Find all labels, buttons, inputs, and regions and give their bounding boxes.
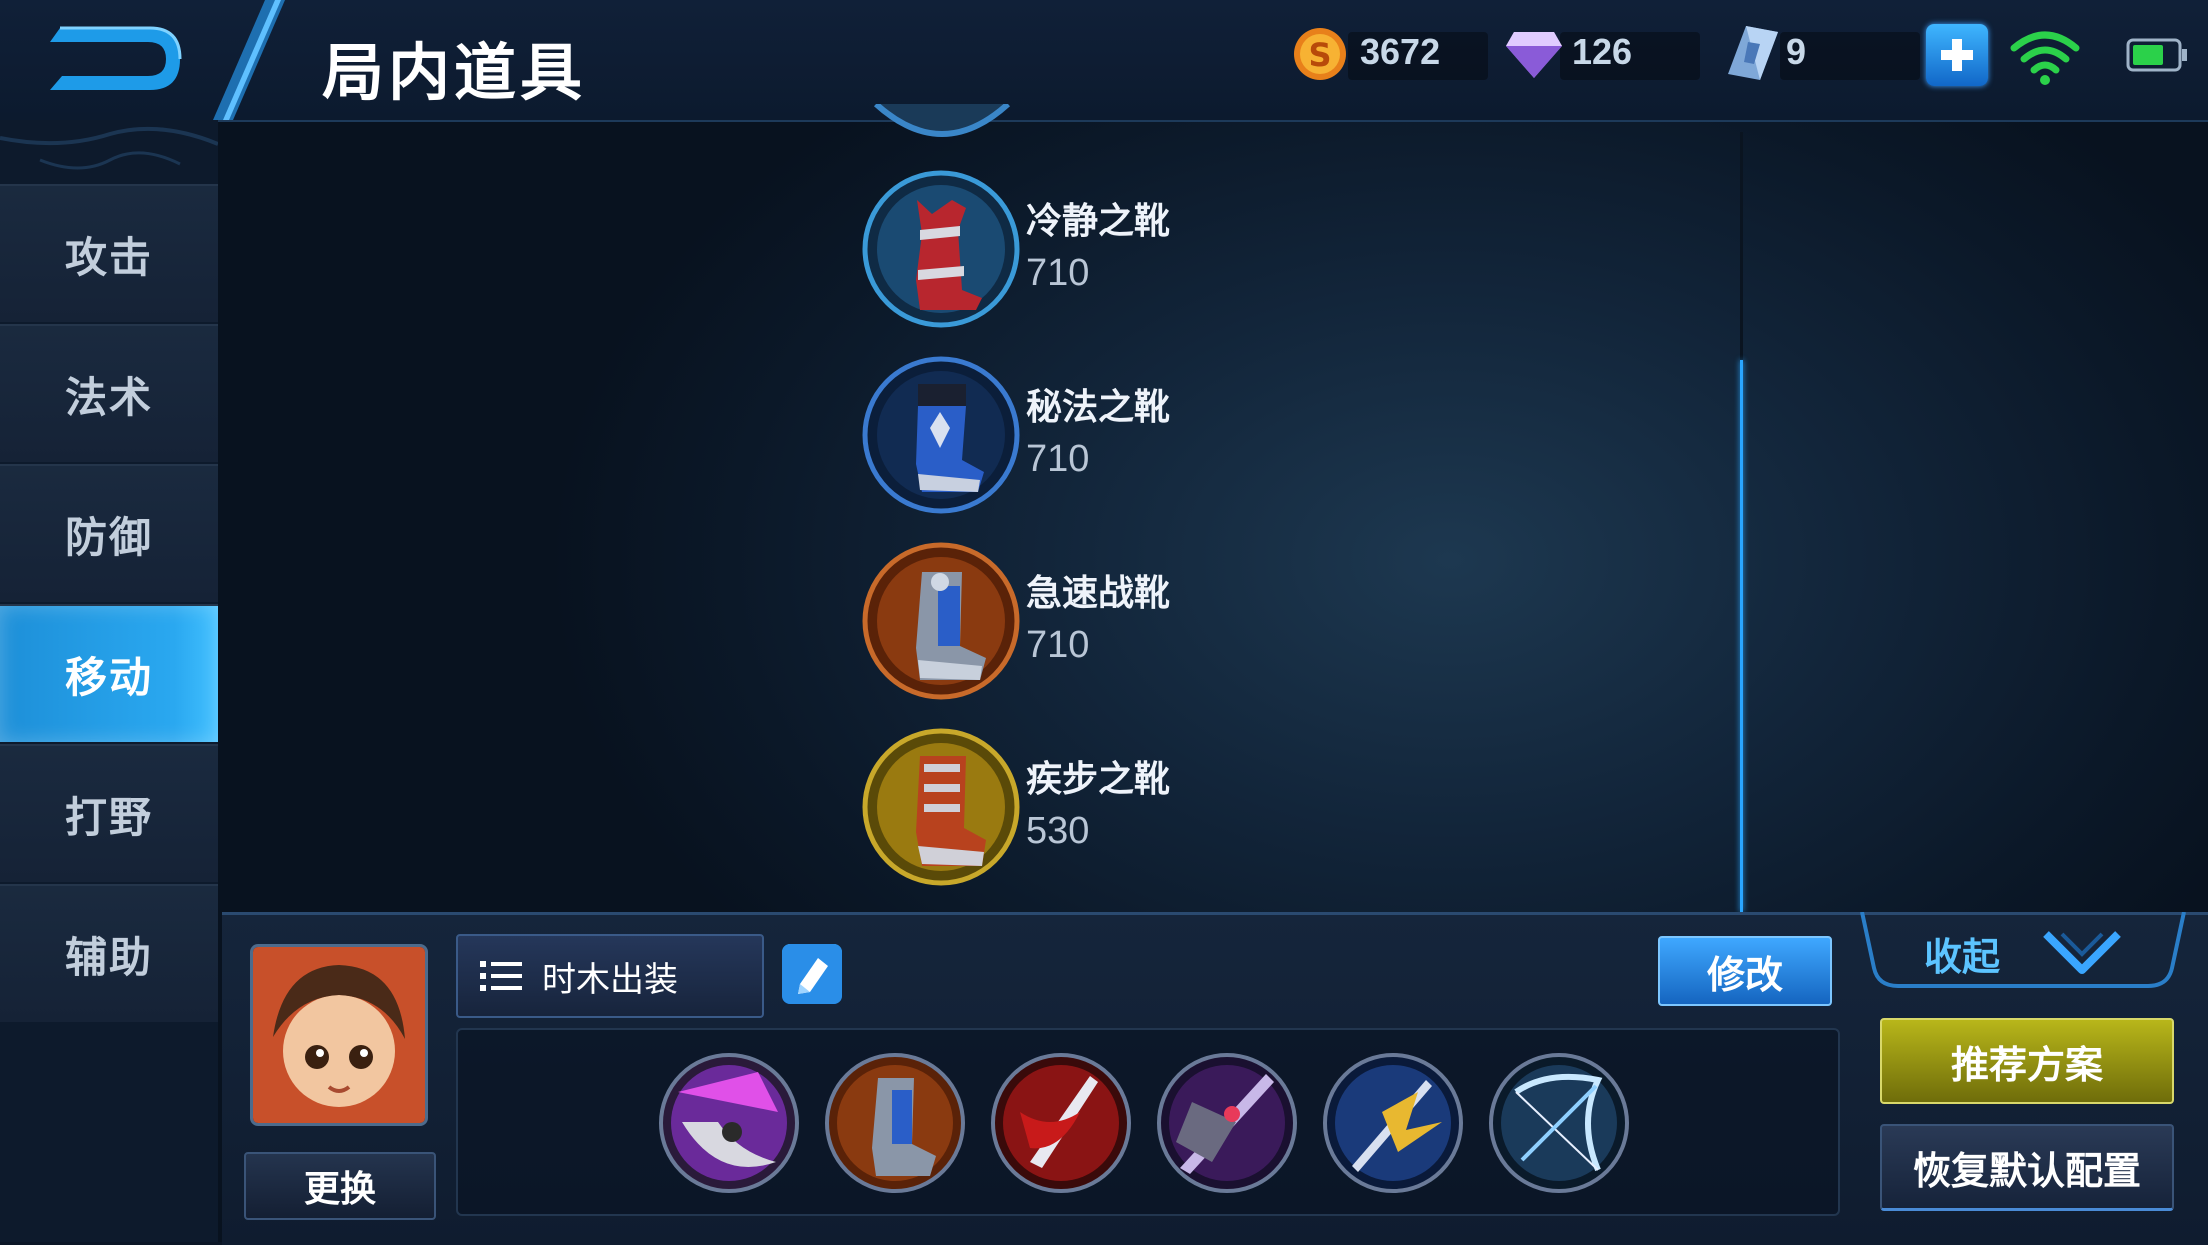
voucher-crystal-icon — [1728, 26, 1778, 80]
header-divider — [213, 0, 285, 120]
item-name: 秘法之靴 — [1026, 387, 1171, 428]
swift-boots-icon[interactable] — [824, 1052, 966, 1194]
arcane-boots-icon — [862, 356, 1020, 514]
item-cool-boots[interactable]: 冷静之靴 710 — [862, 170, 1322, 330]
diamond-counter: 126 — [1502, 22, 1702, 82]
build-selector[interactable]: 时木出装 — [456, 934, 764, 1018]
item-price: 710 — [1026, 624, 1090, 666]
red-blade-icon[interactable] — [990, 1052, 1132, 1194]
item-arcane-boots[interactable]: 秘法之靴 710 — [862, 356, 1322, 516]
item-price: 530 — [1026, 810, 1090, 852]
top-bar: 局内道具 S 3672 126 9 — [0, 0, 2208, 122]
quickstep-boots-icon — [862, 728, 1020, 886]
page-title: 局内道具 — [322, 36, 587, 109]
gold-value: 3672 — [1360, 31, 1441, 72]
recharge-button[interactable] — [1926, 24, 1988, 86]
svg-text:S: S — [1308, 36, 1331, 74]
battery-icon — [2126, 38, 2187, 72]
tab-support[interactable]: 辅助 — [0, 884, 218, 1022]
voucher-value: 9 — [1786, 31, 1807, 72]
recommended-plan-button[interactable]: 推荐方案 — [1880, 1018, 2174, 1104]
swift-boots-icon — [862, 542, 1020, 700]
tab-movement[interactable]: 移动 — [0, 604, 218, 742]
swap-hero-button[interactable]: 更换 — [244, 1152, 436, 1220]
tab-attack[interactable]: 攻击 — [0, 184, 218, 322]
item-name: 急速战靴 — [1026, 573, 1171, 614]
item-price: 710 — [1026, 438, 1090, 480]
gold-coin-icon: S — [1294, 28, 1346, 80]
ice-bow-icon[interactable] — [1488, 1052, 1630, 1194]
restore-default-button[interactable]: 恢复默认配置 — [1880, 1124, 2174, 1211]
hero-avatar[interactable] — [250, 944, 428, 1126]
purple-axe-icon[interactable] — [658, 1052, 800, 1194]
collapse-label: 收起 — [1924, 935, 2001, 979]
collapse-button[interactable]: 收起 — [1858, 912, 2188, 992]
diamond-icon — [1506, 32, 1562, 78]
build-name: 时木出装 — [542, 959, 678, 1000]
voucher-counter: 9 — [1722, 22, 1922, 82]
tab-jungle[interactable]: 打野 — [0, 744, 218, 882]
plus-icon — [1941, 39, 1973, 71]
wifi-icon — [2010, 31, 2080, 85]
item-name: 冷静之靴 — [1026, 201, 1171, 242]
scrollbar-thumb[interactable] — [1740, 360, 1743, 912]
purple-claw-icon[interactable] — [1156, 1052, 1298, 1194]
tab-defense[interactable]: 防御 — [0, 464, 218, 602]
chevron-down-icon — [2043, 931, 2121, 974]
golden-trident-icon[interactable] — [1322, 1052, 1464, 1194]
edit-pencil-icon[interactable] — [782, 944, 842, 1004]
item-quickstep-boots[interactable]: 疾步之靴 530 — [862, 728, 1322, 888]
modify-button[interactable]: 修改 — [1658, 936, 1832, 1006]
item-name: 疾步之靴 — [1026, 759, 1171, 800]
gold-counter: S 3672 — [1290, 22, 1490, 82]
item-swift-boots[interactable]: 急速战靴 710 — [862, 542, 1322, 702]
tab-magic[interactable]: 法术 — [0, 324, 218, 462]
category-sidebar: 攻击 法术 防御 移动 打野 辅助 — [0, 120, 218, 1242]
item-price: 710 — [1026, 252, 1090, 294]
partial-item-icon — [873, 104, 1011, 137]
back-icon[interactable] — [40, 14, 190, 104]
diamond-value: 126 — [1572, 31, 1633, 72]
cool-boots-icon — [862, 170, 1020, 328]
list-icon — [480, 961, 522, 991]
collapse-frame — [1860, 912, 2186, 988]
sidebar-ornament — [0, 126, 218, 170]
